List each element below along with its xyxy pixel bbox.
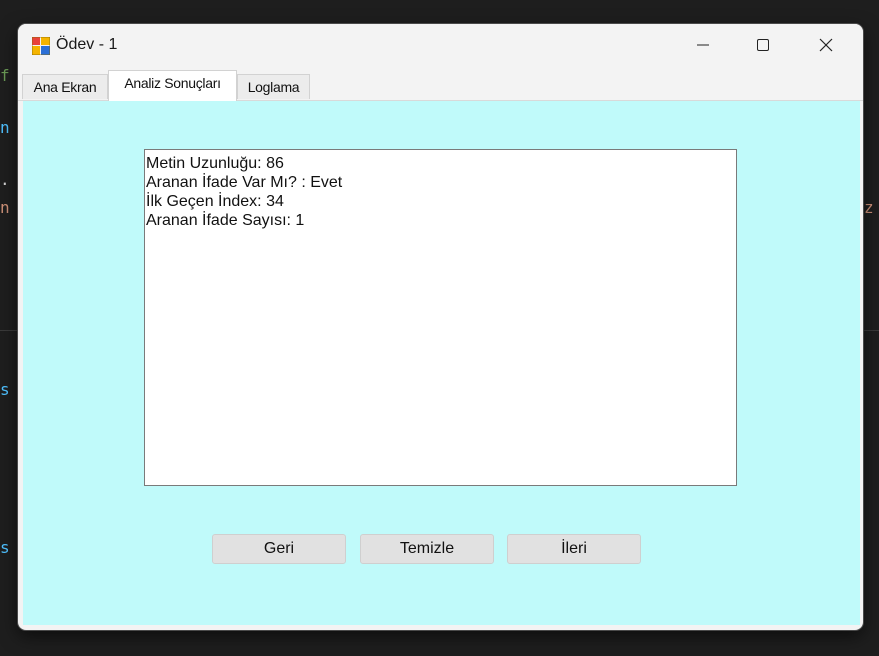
maximize-icon	[757, 38, 769, 56]
tab-label: Analiz Sonuçları	[124, 75, 221, 91]
ide-code-fragment: n	[0, 198, 10, 217]
results-textbox[interactable]: Metin Uzunluğu: 86 Aranan İfade Var Mı? …	[144, 149, 737, 486]
back-button[interactable]: Geri	[212, 534, 346, 564]
first-index-line: İlk Geçen İndex: 34	[146, 193, 284, 210]
minimize-button[interactable]	[673, 24, 733, 70]
ide-code-fragment: .	[0, 170, 10, 189]
title-bar[interactable]: Ödev - 1	[18, 24, 863, 70]
phrase-count-line: Aranan İfade Sayısı: 1	[146, 212, 305, 229]
close-button[interactable]	[796, 24, 856, 70]
ide-divider	[0, 330, 18, 331]
ide-code-fragment: n	[0, 118, 10, 137]
text-length-line: Metin Uzunluğu: 86	[146, 155, 284, 172]
window-title: Ödev - 1	[56, 36, 118, 53]
phrase-found-line: Aranan İfade Var Mı? : Evet	[146, 174, 343, 191]
app-window: Ödev - 1 Ana Ekran Analiz Sonuçları Logl…	[18, 24, 863, 630]
tab-label: Ana Ekran	[33, 79, 97, 95]
ide-divider	[863, 330, 879, 331]
clear-button[interactable]: Temizle	[360, 534, 494, 564]
analysis-results-page: Metin Uzunluğu: 86 Aranan İfade Var Mı? …	[23, 101, 860, 625]
close-icon	[819, 38, 833, 57]
ide-code-fragment: z	[864, 198, 874, 217]
tab-strip: Ana Ekran Analiz Sonuçları Loglama	[18, 70, 863, 101]
tab-analiz-sonuclari[interactable]: Analiz Sonuçları	[108, 70, 237, 101]
ide-code-fragment: s	[0, 380, 10, 399]
maximize-button[interactable]	[733, 24, 793, 70]
tab-ana-ekran[interactable]: Ana Ekran	[22, 74, 108, 99]
tab-loglama[interactable]: Loglama	[237, 74, 310, 99]
next-button[interactable]: İleri	[507, 534, 641, 564]
ide-code-fragment: f	[0, 66, 10, 85]
ide-code-fragment: s	[0, 538, 10, 557]
minimize-icon	[697, 38, 709, 56]
windows-forms-app-icon[interactable]	[31, 36, 51, 56]
tab-label: Loglama	[247, 79, 300, 95]
